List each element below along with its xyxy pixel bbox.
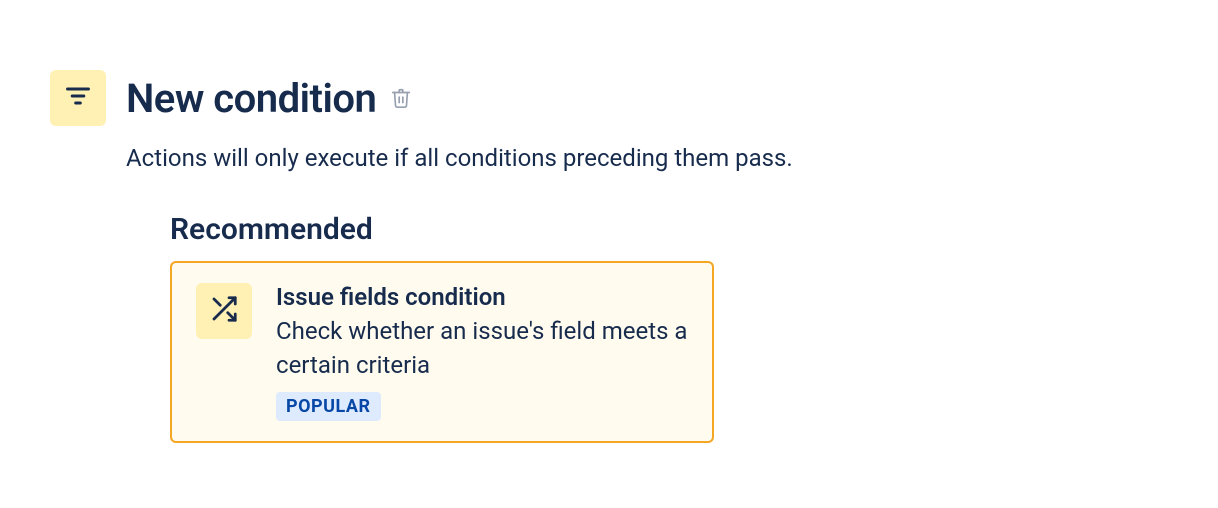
title-row: New condition	[126, 75, 412, 122]
recommended-section: Recommended Issue fields condition Check…	[170, 212, 1168, 443]
condition-icon-box	[50, 70, 106, 126]
header-row: New condition	[50, 70, 1168, 126]
card-content: Issue fields condition Check whether an …	[276, 283, 688, 421]
card-icon-box	[196, 283, 252, 339]
issue-fields-condition-card[interactable]: Issue fields condition Check whether an …	[170, 261, 714, 443]
header-subtitle: Actions will only execute if all conditi…	[126, 144, 1168, 172]
shuffle-icon	[209, 294, 239, 328]
section-title: Recommended	[170, 212, 1168, 247]
page-title: New condition	[126, 75, 376, 122]
trash-icon[interactable]	[390, 87, 412, 109]
popular-badge: POPULAR	[276, 392, 381, 421]
filter-icon	[64, 82, 92, 114]
card-description: Check whether an issue's field meets a c…	[276, 315, 688, 382]
card-title: Issue fields condition	[276, 283, 688, 311]
